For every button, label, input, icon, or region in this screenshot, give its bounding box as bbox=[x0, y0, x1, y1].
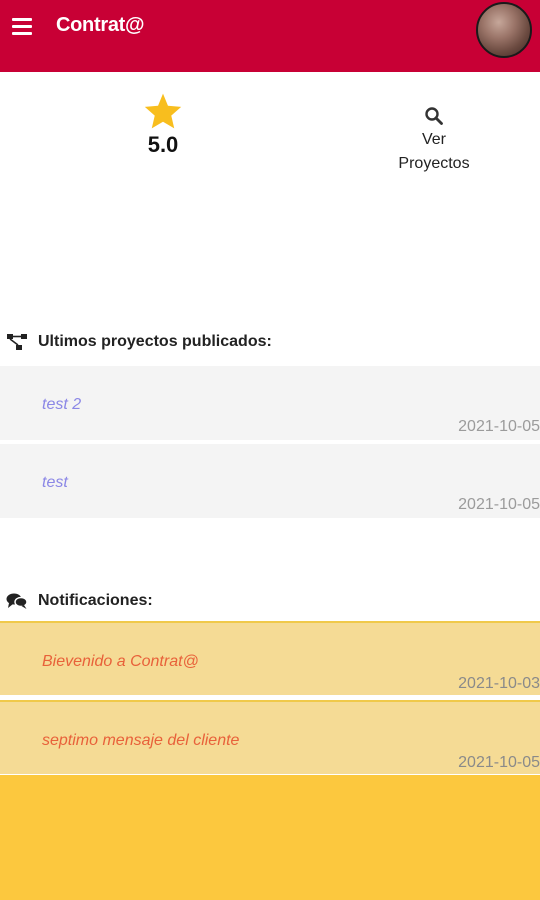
chat-bubbles-icon bbox=[6, 593, 28, 609]
app-title: Contrat@ bbox=[56, 14, 145, 36]
menu-button[interactable] bbox=[12, 18, 34, 40]
hamburger-menu-icon-line bbox=[12, 32, 32, 35]
projects-section-title: Ultimos proyectos publicados: bbox=[38, 333, 272, 350]
rating-block: 5.0 bbox=[128, 92, 198, 158]
project-title: test 2 bbox=[42, 396, 82, 413]
search-icon bbox=[425, 107, 443, 125]
hamburger-menu-icon bbox=[12, 18, 32, 21]
rating-value: 5.0 bbox=[147, 132, 179, 157]
view-projects-label-line2: Proyectos bbox=[398, 155, 470, 172]
project-title: test bbox=[42, 474, 68, 491]
hamburger-menu-icon-line bbox=[12, 25, 32, 28]
view-projects-button[interactable]: Ver Proyectos bbox=[390, 106, 478, 176]
notification-list-item[interactable]: septimo mensaje del cliente 2021-10-05 bbox=[0, 700, 540, 774]
project-date: 2021-10-05 bbox=[458, 418, 540, 435]
notifications-section-title: Notificaciones: bbox=[38, 592, 153, 609]
notification-date: 2021-10-05 bbox=[458, 754, 540, 771]
project-list-item[interactable]: test 2021-10-05 bbox=[0, 444, 540, 518]
notification-title: septimo mensaje del cliente bbox=[42, 732, 240, 749]
app-bar: Contrat@ bbox=[0, 0, 540, 72]
user-avatar[interactable] bbox=[476, 2, 532, 58]
star-icon bbox=[144, 93, 182, 129]
project-list-item[interactable]: test 2 2021-10-05 bbox=[0, 366, 540, 440]
projects-section-header: Ultimos proyectos publicados: bbox=[6, 329, 272, 355]
hierarchy-icon bbox=[7, 334, 27, 350]
view-projects-label-line1: Ver bbox=[421, 131, 446, 148]
project-date: 2021-10-05 bbox=[458, 496, 540, 513]
notification-title: Bievenido a Contrat@ bbox=[42, 653, 199, 670]
notification-list-item[interactable]: Bievenido a Contrat@ 2021-10-03 bbox=[0, 621, 540, 695]
notifications-section-header: Notificaciones: bbox=[6, 588, 153, 614]
empty-area bbox=[0, 775, 540, 900]
notification-date: 2021-10-03 bbox=[458, 675, 540, 692]
